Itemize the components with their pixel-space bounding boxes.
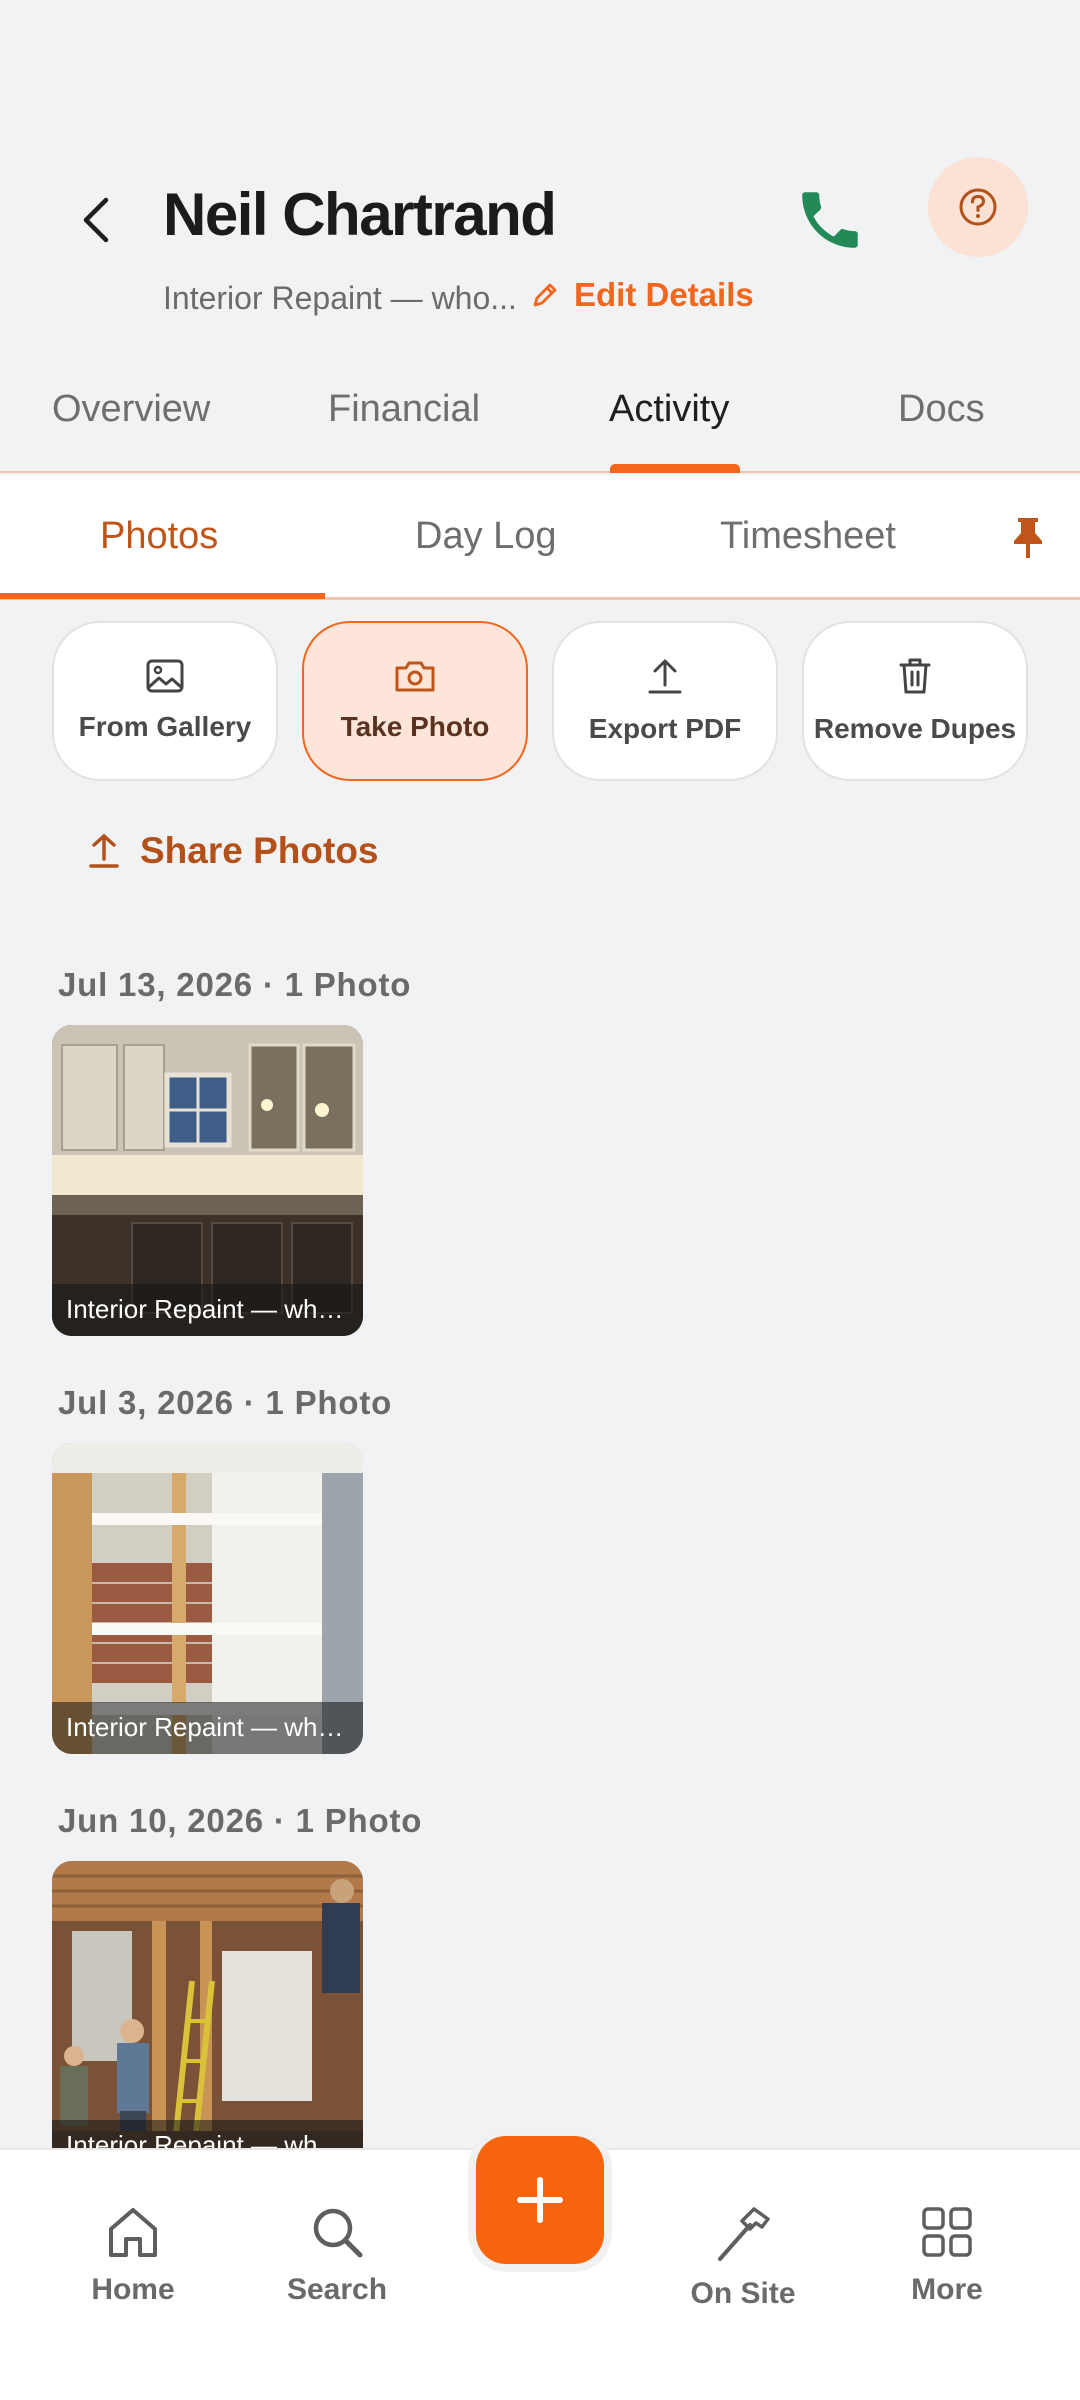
nav-home[interactable]: Home	[53, 2205, 213, 2307]
upload-icon	[89, 834, 119, 868]
nav-home-label: Home	[91, 2273, 175, 2306]
remove-dupes-label: Remove Dupes	[813, 713, 1017, 744]
take-photo-button[interactable]: Take Photo	[302, 621, 528, 781]
share-photos-label: Share Photos	[140, 830, 379, 871]
photo-thumbnail[interactable]: Interior Repaint — who...	[52, 1443, 363, 1754]
active-subtab-indicator	[0, 593, 325, 599]
plus-icon	[517, 2177, 563, 2223]
hammer-icon	[718, 2207, 770, 2261]
photo-group-date: Jun 10, 2026 · 1 Photo	[58, 1802, 423, 1839]
chevron-left-icon	[83, 197, 109, 243]
photo-actions: From Gallery Take Photo Export PDF Remov…	[52, 621, 1028, 781]
main-tabs: Overview Financial Activity Docs	[0, 360, 1080, 473]
grid-icon	[922, 2207, 972, 2257]
edit-details-link[interactable]: Edit Details	[530, 276, 754, 314]
search-icon	[313, 2208, 363, 2258]
pin-icon	[1013, 518, 1042, 558]
image-icon	[146, 659, 184, 693]
remove-dupes-button[interactable]: Remove Dupes	[802, 621, 1028, 781]
tab-financial[interactable]: Financial	[328, 388, 480, 431]
nav-more[interactable]: More	[867, 2205, 1027, 2307]
trash-icon	[899, 658, 931, 694]
photo-group-date: Jul 13, 2026 · 1 Photo	[58, 966, 412, 1003]
pencil-icon	[533, 283, 557, 307]
photo-thumbnail[interactable]: Interior Repaint — who...	[52, 1025, 363, 1336]
back-button[interactable]	[70, 190, 120, 250]
subtab-day-log[interactable]: Day Log	[415, 515, 557, 558]
project-subtitle: Interior Repaint — who...	[163, 280, 517, 316]
tab-docs[interactable]: Docs	[898, 388, 985, 431]
photo-thumbnail[interactable]: Interior Repaint — who...	[52, 1861, 363, 2148]
from-gallery-label: From Gallery	[78, 711, 252, 742]
from-gallery-button[interactable]: From Gallery	[52, 621, 278, 781]
export-pdf-label: Export PDF	[588, 713, 742, 744]
photo-caption: Interior Repaint — who...	[52, 2120, 363, 2148]
nav-more-label: More	[911, 2273, 983, 2306]
subtab-timesheet[interactable]: Timesheet	[720, 515, 896, 558]
nav-on-site-label: On Site	[690, 2277, 796, 2310]
home-icon	[109, 2208, 157, 2257]
nav-search-label: Search	[286, 2273, 388, 2306]
take-photo-label: Take Photo	[340, 711, 490, 742]
edit-details-label: Edit Details	[574, 276, 754, 313]
construction-photo-image	[52, 1861, 363, 2148]
page-title: Neil Chartrand	[163, 181, 557, 248]
nav-search[interactable]: Search	[257, 2205, 417, 2307]
photo-caption: Interior Repaint — who...	[52, 1284, 363, 1336]
camera-icon	[395, 661, 435, 692]
photo-group-date: Jul 3, 2026 · 1 Photo	[58, 1384, 393, 1421]
share-photos-button[interactable]: Share Photos	[88, 830, 379, 872]
phone-icon	[802, 192, 858, 248]
export-pdf-button[interactable]: Export PDF	[552, 621, 778, 781]
subtab-photos[interactable]: Photos	[100, 515, 218, 558]
add-button[interactable]	[476, 2136, 604, 2264]
tab-overview[interactable]: Overview	[52, 388, 210, 431]
call-button[interactable]	[785, 175, 875, 265]
tab-activity[interactable]: Activity	[609, 388, 729, 431]
active-tab-indicator	[610, 464, 740, 473]
question-circle-icon	[959, 188, 997, 226]
help-button[interactable]	[928, 157, 1028, 257]
nav-on-site[interactable]: On Site	[663, 2205, 823, 2311]
sub-tabs: Photos Day Log Timesheet	[0, 475, 1080, 600]
pin-button[interactable]	[1005, 513, 1050, 563]
upload-icon	[648, 659, 682, 694]
photo-caption: Interior Repaint — who...	[52, 1702, 363, 1754]
